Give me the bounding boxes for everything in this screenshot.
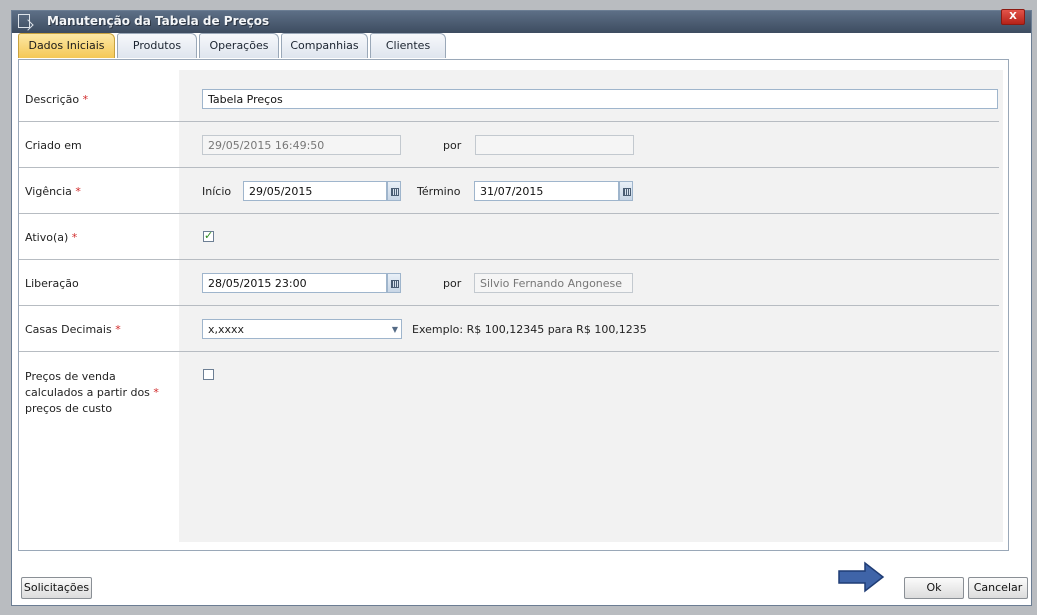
criado-em-field: 29/05/2015 16:49:50 xyxy=(202,135,401,155)
required-marker: * xyxy=(153,386,159,399)
tab-companhias[interactable]: Companhias xyxy=(281,33,368,58)
descricao-label: Descrição * xyxy=(25,93,89,106)
tab-content-panel: Descrição * Tabela Preços Criado em 29/0… xyxy=(18,59,1009,551)
edit-document-icon xyxy=(18,14,30,28)
required-marker: * xyxy=(115,323,121,336)
liberacao-por-field: Silvio Fernando Angonese xyxy=(474,273,633,293)
vigencia-label: Vigência * xyxy=(25,185,81,198)
chevron-down-icon: ▼ xyxy=(391,325,398,334)
title-bar[interactable]: Manutenção da Tabela de Preços X xyxy=(12,9,1031,33)
required-marker: * xyxy=(71,231,78,244)
row-divider xyxy=(19,305,999,306)
inicio-label: Início xyxy=(202,185,232,198)
row-divider xyxy=(19,213,999,214)
liberacao-datetime-input[interactable]: 28/05/2015 23:00 xyxy=(202,273,387,293)
row-divider xyxy=(19,121,999,122)
ativo-label: Ativo(a) * xyxy=(25,231,78,244)
precos-venda-checkbox[interactable] xyxy=(203,369,214,380)
arrow-right-icon xyxy=(838,561,885,593)
required-marker: * xyxy=(82,93,89,106)
row-divider xyxy=(19,351,999,352)
tab-operacoes[interactable]: Operações xyxy=(199,33,279,58)
window-title: Manutenção da Tabela de Preços xyxy=(47,14,270,28)
termino-date-input[interactable]: 31/07/2015 xyxy=(474,181,619,201)
casas-decimais-label: Casas Decimais * xyxy=(25,323,121,336)
criado-por-field xyxy=(475,135,634,155)
tab-dados-iniciais[interactable]: Dados Iniciais xyxy=(18,33,115,58)
criado-em-label: Criado em xyxy=(25,139,82,152)
descricao-input[interactable]: Tabela Preços xyxy=(202,89,998,109)
inicio-date-input[interactable]: 29/05/2015 xyxy=(243,181,387,201)
casas-decimais-select[interactable]: x,xxxx ▼ xyxy=(202,319,402,339)
cancelar-button[interactable]: Cancelar xyxy=(968,577,1028,599)
casas-decimais-example: Exemplo: R$ 100,12345 para R$ 100,1235 xyxy=(412,323,647,336)
solicitacoes-button[interactable]: Solicitações xyxy=(21,577,92,599)
liberacao-por-label: por xyxy=(443,277,462,290)
tab-clientes[interactable]: Clientes xyxy=(370,33,446,58)
inicio-calendar-icon[interactable] xyxy=(387,181,401,201)
termino-label: Término xyxy=(417,185,461,198)
liberacao-calendar-icon[interactable] xyxy=(387,273,401,293)
required-marker: * xyxy=(75,185,81,198)
row-divider xyxy=(19,259,999,260)
ok-button[interactable]: Ok xyxy=(904,577,964,599)
tab-produtos[interactable]: Produtos xyxy=(117,33,197,58)
criado-por-label: por xyxy=(443,139,462,152)
termino-calendar-icon[interactable] xyxy=(619,181,633,201)
precos-venda-label: Preços de venda calculados a partir dos … xyxy=(25,370,159,415)
liberacao-label: Liberação xyxy=(25,277,79,290)
row-divider xyxy=(19,167,999,168)
close-button[interactable]: X xyxy=(1001,9,1025,25)
ativo-checkbox[interactable] xyxy=(203,229,214,242)
casas-decimais-value: x,xxxx xyxy=(208,323,245,336)
